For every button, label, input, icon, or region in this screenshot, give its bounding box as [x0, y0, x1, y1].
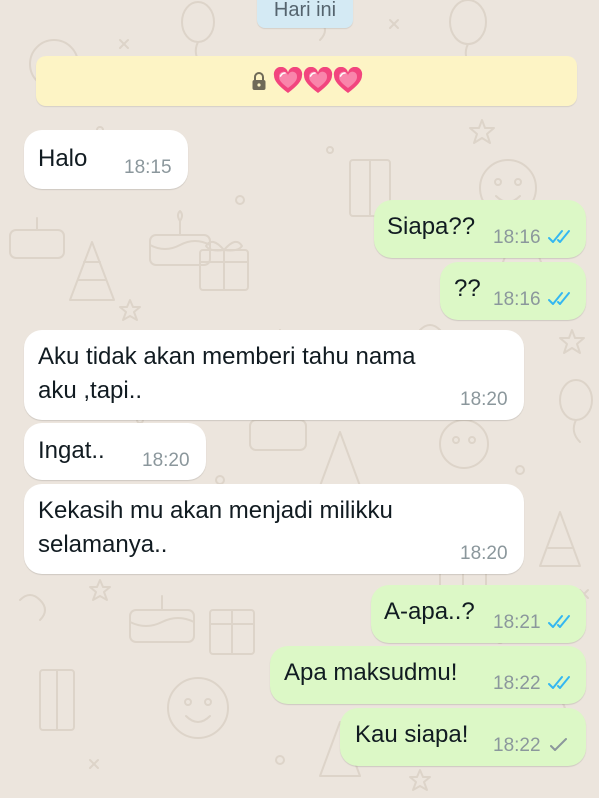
message-bubble-outgoing[interactable]: ?? 18:16: [440, 262, 586, 320]
message-time: 18:22: [493, 673, 541, 694]
message-bubble-incoming[interactable]: Aku tidak akan memberi tahu nama aku ,ta…: [24, 330, 524, 420]
message-text-line-1: Kekasih mu akan menjadi milikku: [38, 497, 393, 524]
message-time: 18:22: [493, 735, 541, 756]
message-text: Ingat..: [38, 437, 105, 464]
message-bubble-outgoing[interactable]: Kau siapa! 18:22: [340, 708, 586, 766]
message-text-line-1: Aku tidak akan memberi tahu nama: [38, 343, 416, 370]
double-check-read-icon: [548, 230, 570, 243]
lock-icon: [252, 72, 265, 90]
double-check-read-icon: [548, 676, 570, 689]
sparkling-heart-icon: [273, 67, 302, 93]
heart-emojis: [273, 67, 363, 95]
message-bubble-incoming[interactable]: Ingat.. 18:20: [24, 423, 206, 480]
message-time: 18:20: [460, 543, 508, 564]
double-check-read-icon: [548, 615, 570, 628]
sparkling-heart-icon: [333, 67, 362, 93]
message-bubble-outgoing[interactable]: A-apa..? 18:21: [371, 585, 586, 643]
message-text: Apa maksudmu!: [284, 659, 458, 686]
message-time: 18:15: [124, 157, 172, 178]
message-text: A-apa..?: [384, 598, 475, 625]
message-bubble-outgoing[interactable]: Siapa?? 18:16: [374, 200, 586, 258]
chat-area[interactable]: Hari ini Halo 18:15 Siapa?? 18:16 ?? 18:…: [0, 0, 599, 798]
date-chip: Hari ini: [257, 0, 353, 28]
message-text-line-2: aku ,tapi..: [38, 377, 143, 404]
message-text: ??: [454, 275, 481, 302]
double-check-read-icon: [548, 292, 570, 305]
message-text: Kau siapa!: [355, 721, 469, 748]
message-text-line-2: selamanya..: [38, 531, 168, 558]
message-time: 18:16: [493, 289, 541, 310]
single-check-sent-icon: [550, 738, 567, 751]
message-bubble-outgoing[interactable]: Apa maksudmu! 18:22: [270, 646, 586, 704]
message-text: Halo: [38, 145, 88, 172]
message-time: 18:21: [493, 612, 541, 633]
encryption-banner[interactable]: [36, 56, 577, 106]
message-bubble-incoming[interactable]: Kekasih mu akan menjadi milikku selamany…: [24, 484, 524, 574]
message-bubble-incoming[interactable]: Halo 18:15: [24, 130, 188, 189]
sparkling-heart-icon: [303, 67, 332, 93]
message-time: 18:20: [460, 389, 508, 410]
message-time: 18:20: [142, 450, 190, 471]
message-text: Siapa??: [387, 213, 476, 240]
message-time: 18:16: [493, 227, 541, 248]
